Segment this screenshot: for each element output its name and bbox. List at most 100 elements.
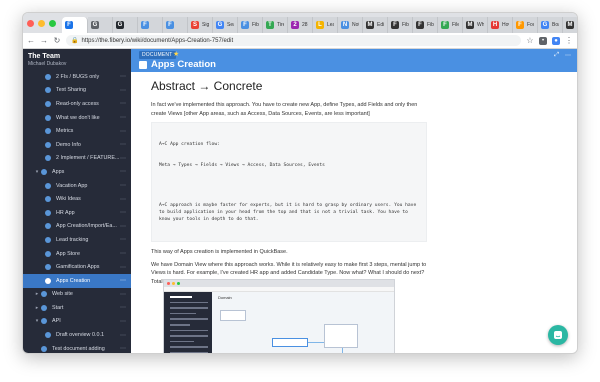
item-more-icon[interactable]: ⋯ (120, 250, 126, 257)
sidebar-item[interactable]: ▸ Start ⋯ (23, 301, 131, 315)
sidebar: The Team Michael Dubakov 2 FIs / BUGS on… (23, 49, 131, 353)
code-line: A→C approach is maybe faster for experts… (159, 203, 419, 223)
browser-tab[interactable]: LLearn (313, 17, 338, 33)
reload-icon[interactable]: ↻ (53, 36, 61, 45)
browser-tab[interactable]: GSear (213, 17, 238, 33)
diagram-box (324, 324, 358, 348)
chevron-right-icon[interactable]: ▸ (33, 305, 41, 311)
sidebar-item[interactable]: Vacation App ⋯ (23, 179, 131, 193)
browser-tab[interactable]: TTiret (263, 17, 288, 33)
sidebar-item[interactable]: ▾ API ⋯ (23, 315, 131, 329)
item-more-icon[interactable]: ⋯ (120, 304, 126, 311)
chevron-right-icon[interactable]: ▸ (33, 291, 41, 297)
sidebar-item[interactable]: 2 Implement / FEATURE... ⋯ (23, 152, 131, 166)
item-more-icon[interactable]: ⋯ (120, 155, 126, 162)
sidebar-item[interactable]: Lead tracking ⋯ (23, 233, 131, 247)
item-more-icon[interactable]: ⋯ (120, 209, 126, 216)
item-more-icon[interactable]: ⋯ (120, 114, 126, 121)
close-window-button[interactable] (27, 19, 34, 27)
browser-tab[interactable]: FFiber (413, 17, 438, 33)
bookmark-star-icon[interactable]: ☆ (526, 36, 534, 45)
more-options-icon[interactable]: ⋯ (565, 52, 571, 59)
maximize-window-button[interactable] (49, 19, 56, 27)
item-more-icon[interactable]: ⋯ (120, 277, 126, 284)
document-body[interactable]: Abstract → Concrete In fact we've implem… (151, 79, 427, 291)
item-more-icon[interactable]: ⋯ (120, 318, 126, 325)
browser-tab[interactable]: MUse (563, 17, 577, 33)
browser-tab[interactable]: MEditi (363, 17, 388, 33)
item-more-icon[interactable]: ⋯ (120, 332, 126, 339)
browser-tab[interactable]: F (138, 17, 163, 33)
tab-favicon-icon: F (241, 21, 249, 29)
embedded-title: Domain (218, 295, 232, 300)
document-title[interactable]: Apps Creation (151, 59, 216, 70)
browser-tab[interactable]: MWhy (463, 17, 488, 33)
sidebar-item-label: What we don't like (56, 114, 100, 121)
sidebar-item[interactable]: Demo Info ⋯ (23, 138, 131, 152)
browser-tab[interactable]: FFiber (238, 17, 263, 33)
sidebar-item[interactable]: Draft overview 0.0.1 ⋯ (23, 328, 131, 342)
sidebar-item[interactable]: ▾ Apps ⋯ (23, 165, 131, 179)
code-line: A→C App creation flow: (159, 142, 220, 148)
sidebar-item[interactable]: Read-only access ⋯ (23, 97, 131, 111)
browser-tab[interactable]: GBoar (538, 17, 563, 33)
item-more-icon[interactable]: ⋯ (120, 87, 126, 94)
item-more-icon[interactable]: ⋯ (120, 128, 126, 135)
browser-tab[interactable]: FFiber (388, 17, 413, 33)
document-dot-icon (41, 304, 47, 311)
url-text: https://the.fibery.io/wiki/document/Apps… (81, 37, 234, 44)
sidebar-item[interactable]: ▸ Web site ⋯ (23, 288, 131, 302)
forward-icon[interactable]: → (40, 36, 48, 45)
item-more-icon[interactable]: ⋯ (120, 100, 126, 107)
item-more-icon[interactable]: ⋯ (120, 182, 126, 189)
sidebar-item[interactable]: Wiki Ideas ⋯ (23, 192, 131, 206)
sidebar-item[interactable]: HR App ⋯ (23, 206, 131, 220)
browser-tab[interactable]: G (113, 17, 138, 33)
item-more-icon[interactable]: ⋯ (120, 264, 126, 271)
browser-tab[interactable]: G (88, 17, 113, 33)
chevron-down-icon[interactable]: ▾ (33, 318, 41, 324)
sidebar-item[interactable]: Metrics ⋯ (23, 124, 131, 138)
sidebar-item[interactable]: Test document adding ⋯ (23, 342, 131, 353)
item-more-icon[interactable]: ⋯ (120, 345, 126, 352)
browser-tab[interactable]: 228 · (288, 17, 313, 33)
browser-tab[interactable]: F (163, 17, 188, 33)
item-more-icon[interactable]: ⋯ (120, 223, 126, 230)
item-more-icon[interactable]: ⋯ (120, 196, 126, 203)
document-dot-icon (45, 87, 51, 94)
browser-tab[interactable]: FFile (438, 17, 463, 33)
sidebar-item-label: Apps Creation (56, 277, 91, 284)
sidebar-item[interactable]: App Store ⋯ (23, 247, 131, 261)
extension-icon[interactable]: • (539, 36, 547, 45)
expand-icon[interactable]: ⤢ (554, 52, 559, 59)
sidebar-header[interactable]: The Team Michael Dubakov (23, 49, 131, 70)
sidebar-item[interactable]: Text Sharing ⋯ (23, 84, 131, 98)
sidebar-item[interactable]: App Creation/Import/Ea... ⋯ (23, 220, 131, 234)
item-more-icon[interactable]: ⋯ (120, 141, 126, 148)
url-field[interactable]: 🔒 https://the.fibery.io/wiki/document/Ap… (66, 35, 521, 46)
sidebar-item[interactable]: Apps Creation ⋯ (23, 273, 131, 288)
sidebar-item[interactable]: What we don't like ⋯ (23, 111, 131, 125)
browser-tab[interactable]: HHow (488, 17, 513, 33)
item-more-icon[interactable]: ⋯ (120, 73, 126, 80)
chevron-down-icon[interactable]: ▾ (33, 169, 41, 175)
chat-button[interactable] (548, 325, 568, 345)
favorite-star-icon[interactable]: ★ (173, 50, 179, 58)
sidebar-item[interactable]: Gamification Apps ⋯ (23, 260, 131, 274)
tab-title: Sear (227, 22, 234, 28)
sidebar-item[interactable]: 2 FIs / BUGS only ⋯ (23, 70, 131, 84)
document-dot-icon (41, 318, 47, 325)
minimize-window-button[interactable] (38, 19, 45, 27)
item-more-icon[interactable]: ⋯ (120, 168, 126, 175)
item-more-icon[interactable]: ⋯ (120, 236, 126, 243)
sidebar-tree: 2 FIs / BUGS only ⋯ Text Sharing ⋯ Read-only… (23, 70, 131, 353)
browser-tab[interactable]: NNote (338, 17, 363, 33)
back-icon[interactable]: ← (27, 36, 35, 45)
browser-tab[interactable]: F (62, 17, 88, 33)
profile-avatar[interactable]: ● (552, 36, 560, 45)
sidebar-item-label: HR App (56, 209, 75, 216)
browser-menu-icon[interactable]: ⋮ (565, 36, 573, 45)
browser-tab[interactable]: SSign (188, 17, 213, 33)
item-more-icon[interactable]: ⋯ (120, 291, 126, 298)
browser-tab[interactable]: FFour (513, 17, 538, 33)
